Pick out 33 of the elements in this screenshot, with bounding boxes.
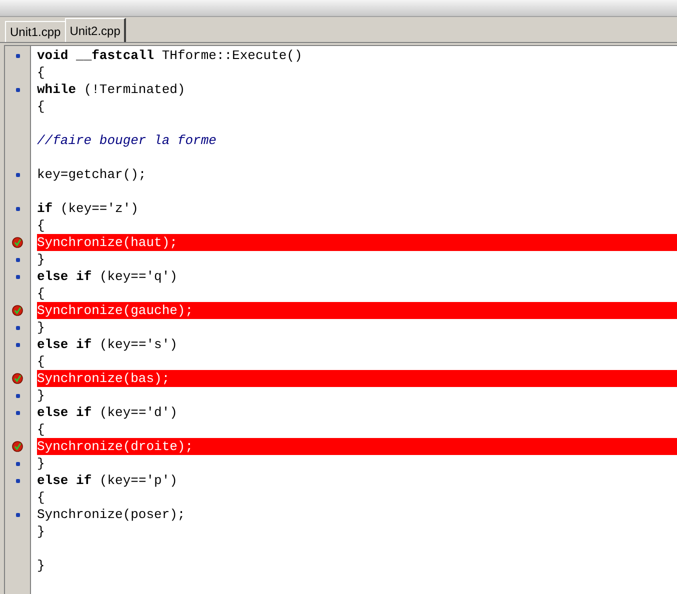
code-line: Synchronize(gauche);	[37, 302, 194, 320]
breakpoint-icon[interactable]	[12, 237, 23, 248]
code-line: {	[37, 284, 45, 303]
code-line: }	[37, 556, 45, 575]
code-line: }	[37, 454, 45, 473]
code-line: {	[37, 216, 45, 235]
code-line: {	[37, 352, 45, 371]
code-line: }	[37, 250, 45, 269]
code-line: else if (key=='p')	[37, 472, 178, 490]
breakpoint-icon[interactable]	[12, 441, 23, 452]
code-line: }	[37, 522, 45, 541]
code-line: Synchronize(haut);	[37, 234, 178, 252]
code-line: else if (key=='d')	[37, 404, 178, 422]
code-line: {	[37, 488, 45, 507]
breakpoint-icon[interactable]	[12, 305, 23, 316]
code-line: }	[37, 318, 45, 337]
code-line: void __fastcall THforme::Execute()	[37, 46, 302, 65]
code-line: }	[37, 386, 45, 405]
code-line: while (!Terminated)	[37, 80, 186, 99]
breakpoint-icon[interactable]	[12, 373, 23, 384]
code-line: key=getchar();	[37, 166, 146, 184]
code-line: if (key=='z')	[37, 200, 138, 218]
code-line: {	[37, 98, 45, 116]
file-tab[interactable]: Unit2.cpp	[64, 18, 126, 42]
file-tab[interactable]: Unit1.cpp	[5, 21, 65, 42]
code-line: else if (key=='s')	[37, 336, 178, 354]
code-line: {	[37, 420, 45, 439]
code-comment: //faire bouger la forme	[37, 132, 216, 150]
code-line: {	[37, 64, 45, 82]
code-line: else if (key=='q')	[37, 268, 178, 286]
code-line: Synchronize(droite);	[37, 438, 194, 456]
code-line: Synchronize(bas);	[37, 370, 170, 388]
code-line: Synchronize(poser);	[37, 506, 186, 524]
